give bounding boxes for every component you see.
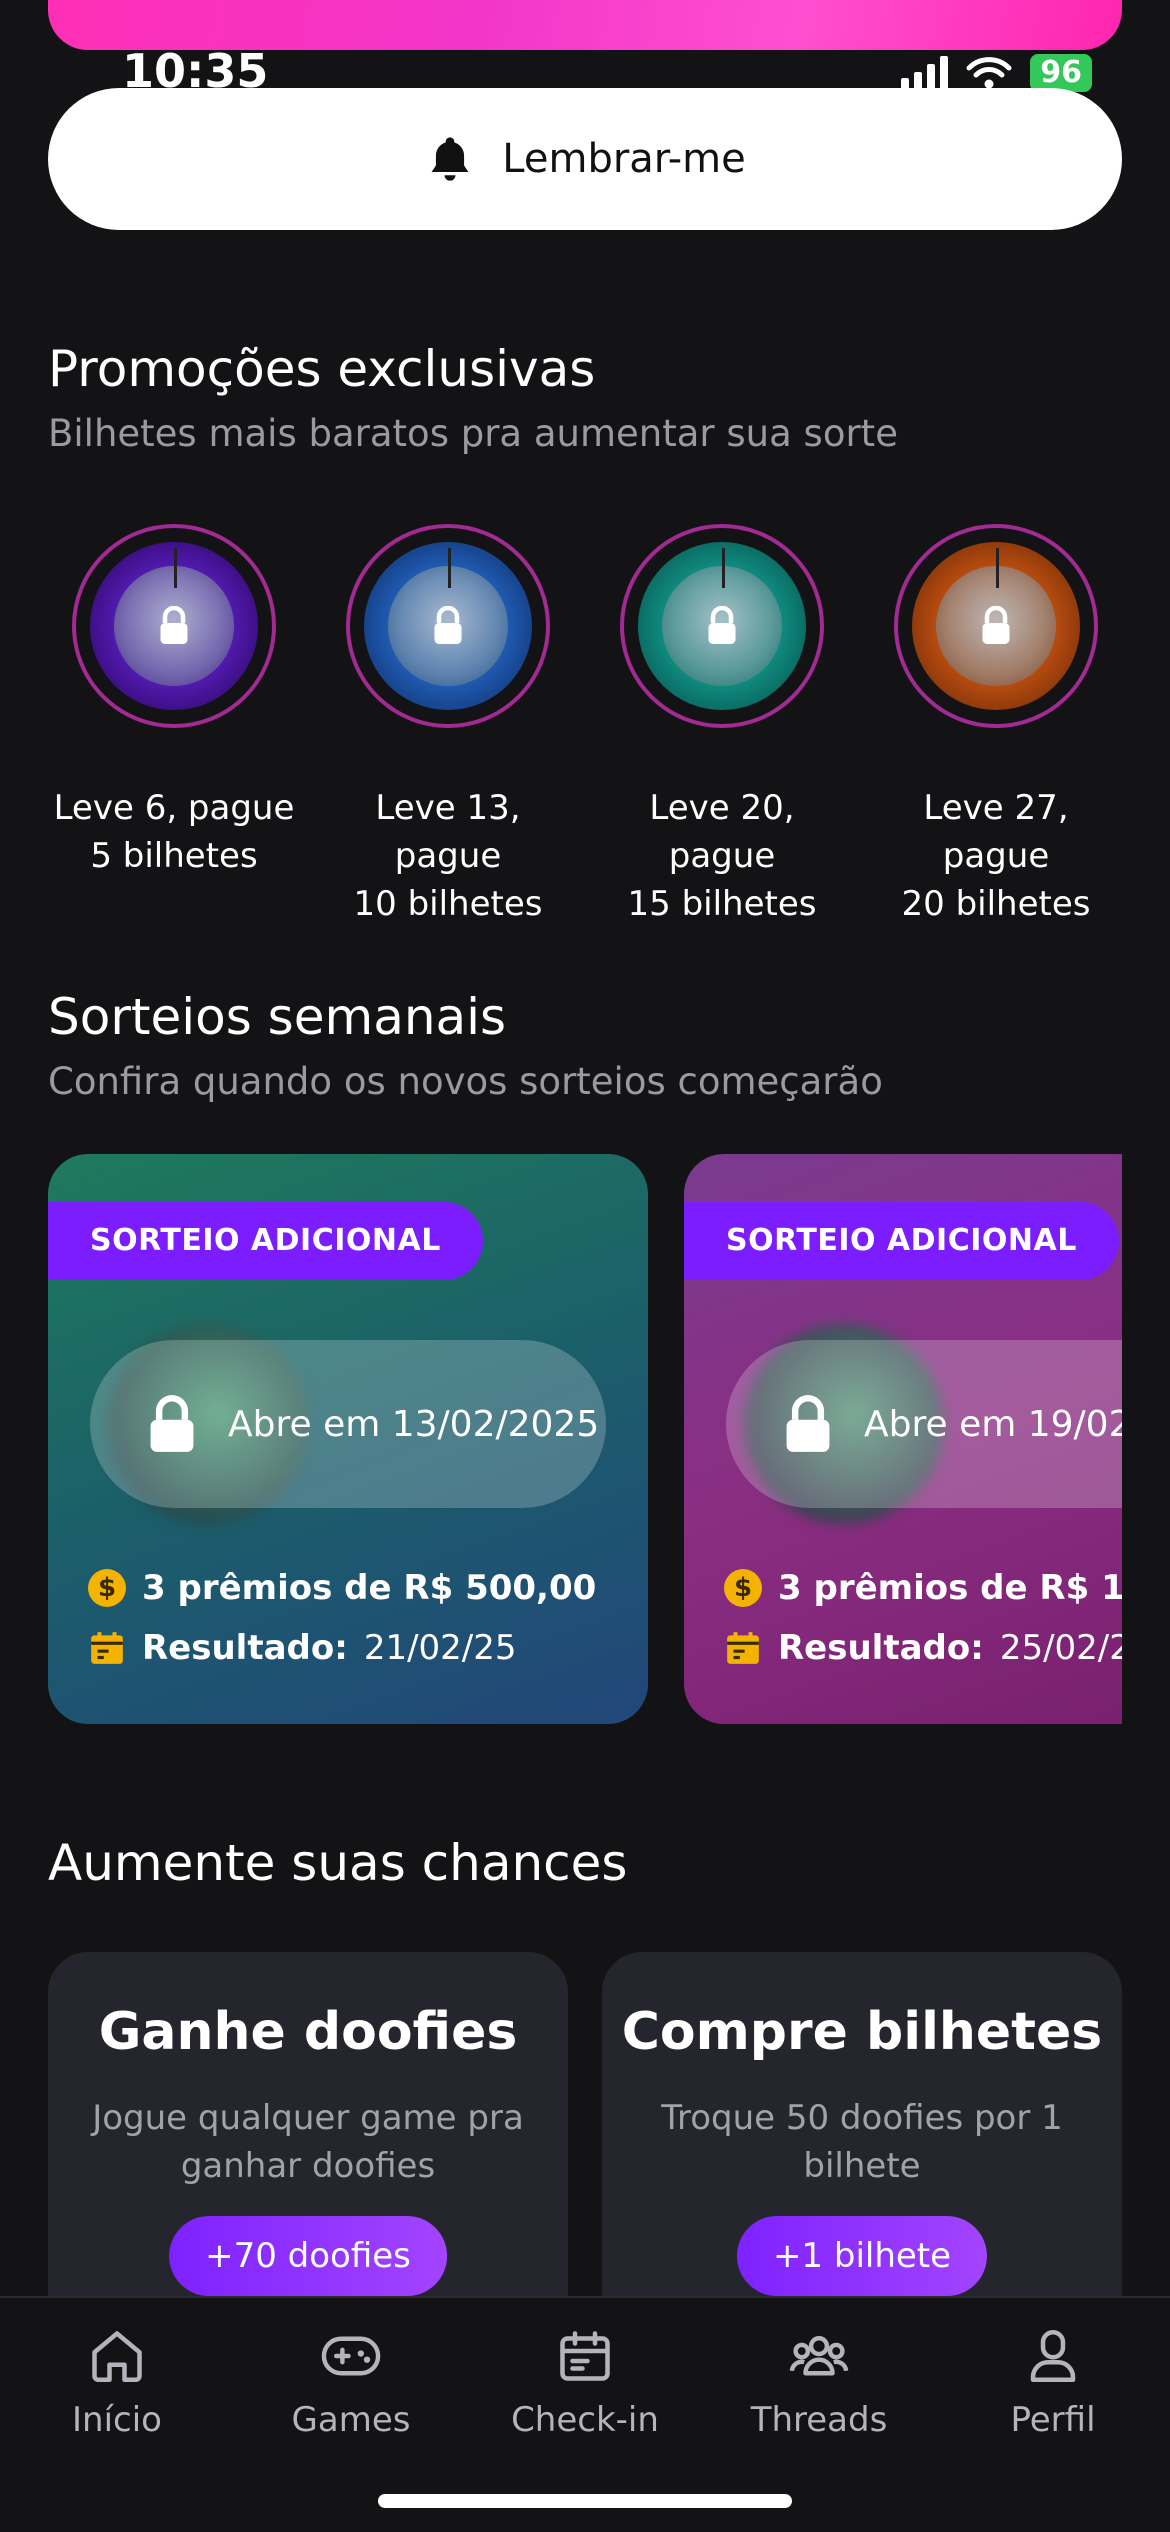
promo-item[interactable]: Leve 13, pague 10 bilhetes (322, 524, 574, 928)
opens-date-text: Abre em 19/02/2 (864, 1403, 1122, 1445)
promo-disc-inner (638, 542, 806, 710)
promo-label-line1: Leve 6, pague (53, 788, 295, 828)
calendar-icon (727, 1632, 759, 1664)
promo-label-line2: 10 bilhetes (353, 884, 543, 924)
home-indicator (378, 2494, 792, 2508)
coin-icon: $ (724, 1569, 762, 1607)
promo-disc-inner (90, 542, 258, 710)
nav-label: Games (291, 2400, 411, 2440)
result-date: 21/02/25 (363, 1628, 517, 1668)
nav-item-checkin[interactable]: Check-in (468, 2326, 702, 2440)
promo-disc (894, 524, 1098, 728)
raffles-title: Sorteios semanais (48, 988, 507, 1046)
nav-label: Perfil (1010, 2400, 1096, 2440)
nav-item-threads[interactable]: Threads (702, 2326, 936, 2440)
remind-me-label: Lembrar-me (502, 136, 746, 182)
disc-string (996, 548, 999, 588)
result-label: Resultado: (142, 1628, 348, 1668)
prize-text: 3 prêmios de R$ 500,00 (142, 1568, 597, 1608)
nav-item-inicio[interactable]: Início (0, 2326, 234, 2440)
disc-string (448, 548, 451, 588)
lock-icon (982, 606, 1010, 644)
promo-label: Leve 6, pague 5 bilhetes (54, 784, 295, 880)
raffle-tag: SORTEIO ADICIONAL (48, 1202, 483, 1280)
promo-item[interactable]: Leve 27, pague 20 bilhetes (870, 524, 1122, 928)
nav-item-games[interactable]: Games (234, 2326, 468, 2440)
prize-text: 3 prêmios de R$ 100, (778, 1568, 1122, 1608)
raffle-card[interactable]: SORTEIO ADICIONAL Abre em 19/02/2 $ 3 pr… (684, 1154, 1122, 1724)
lock-icon (160, 606, 188, 644)
promo-label-line2: 5 bilhetes (90, 836, 258, 876)
raffle-tag: SORTEIO ADICIONAL (684, 1202, 1119, 1280)
result-row: Resultado: 25/02/25 (724, 1628, 1122, 1668)
status-icons: 96 (901, 54, 1092, 92)
chance-card-title: Ganhe doofies (98, 2002, 518, 2062)
lock-icon (708, 606, 736, 644)
lock-icon (150, 1395, 194, 1452)
promo-item[interactable]: Leve 20, pague 15 bilhetes (596, 524, 848, 928)
promo-label-line1: Leve 20, pague (649, 788, 795, 876)
wifi-icon (966, 57, 1012, 89)
locked-pill: Abre em 13/02/2025 (90, 1340, 606, 1508)
promo-label: Leve 20, pague 15 bilhetes (596, 784, 848, 928)
promo-disc (620, 524, 824, 728)
prize-row: $ 3 prêmios de R$ 500,00 (88, 1568, 596, 1608)
result-label: Resultado: (778, 1628, 984, 1668)
promo-label-line2: 20 bilhetes (901, 884, 1091, 924)
result-row: Resultado: 21/02/25 (88, 1628, 517, 1668)
battery-indicator: 96 (1030, 54, 1092, 92)
chance-card-desc: Jogue qualquer game pra ganhar doofies (92, 2098, 524, 2186)
remind-me-button[interactable]: Lembrar-me (48, 88, 1122, 230)
promotions-title: Promoções exclusivas (48, 340, 596, 398)
promotions-list: Leve 6, pague 5 bilhetes Leve 13, pague … (48, 524, 1122, 928)
coin-icon: $ (88, 1569, 126, 1607)
raffles-subtitle: Confira quando os novos sorteios começar… (48, 1060, 883, 1103)
disc-string (174, 548, 177, 588)
disc-string (722, 548, 725, 588)
nav-label: Threads (750, 2400, 888, 2440)
gamepad-icon (321, 2336, 381, 2376)
user-icon (1030, 2330, 1076, 2382)
people-icon (789, 2336, 849, 2376)
chances-title: Aumente suas chances (48, 1834, 628, 1892)
nav-label: Check-in (511, 2400, 659, 2440)
lock-icon (786, 1395, 830, 1452)
promo-label-line1: Leve 13, pague (375, 788, 521, 876)
locked-pill: Abre em 19/02/2 (726, 1340, 1122, 1508)
nav-label: Início (72, 2400, 162, 2440)
promo-label: Leve 27, pague 20 bilhetes (870, 784, 1122, 928)
promo-label-line2: 15 bilhetes (627, 884, 817, 924)
nav-item-perfil[interactable]: Perfil (936, 2326, 1170, 2440)
promo-disc (346, 524, 550, 728)
raffle-card[interactable]: SORTEIO ADICIONAL Abre em 13/02/2025 $ 3… (48, 1154, 648, 1724)
promotions-subtitle: Bilhetes mais baratos pra aumentar sua s… (48, 412, 898, 455)
home-icon (92, 2331, 142, 2382)
bell-icon (431, 137, 469, 181)
promo-label: Leve 13, pague 10 bilhetes (322, 784, 574, 928)
promo-item[interactable]: Leve 6, pague 5 bilhetes (48, 524, 300, 928)
opens-date-text: Abre em 13/02/2025 (228, 1403, 600, 1445)
buy-ticket-button[interactable]: +1 bilhete (736, 2216, 988, 2296)
promo-label-line1: Leve 27, pague (923, 788, 1069, 876)
signal-icon (901, 56, 949, 90)
calendar-icon (560, 2331, 610, 2381)
top-banner (48, 0, 1122, 50)
promo-disc (72, 524, 276, 728)
promo-disc-inner (912, 542, 1080, 710)
prize-row: $ 3 prêmios de R$ 100, (724, 1568, 1122, 1608)
chance-card-desc: Troque 50 doofies por 1 bilhete (661, 2098, 1063, 2186)
chance-card-title: Compre bilhetes (621, 2002, 1103, 2062)
promo-disc-inner (364, 542, 532, 710)
lock-icon (434, 606, 462, 644)
calendar-icon (91, 1632, 123, 1664)
result-date: 25/02/25 (999, 1628, 1122, 1668)
earn-doofies-button[interactable]: +70 doofies (169, 2216, 447, 2296)
